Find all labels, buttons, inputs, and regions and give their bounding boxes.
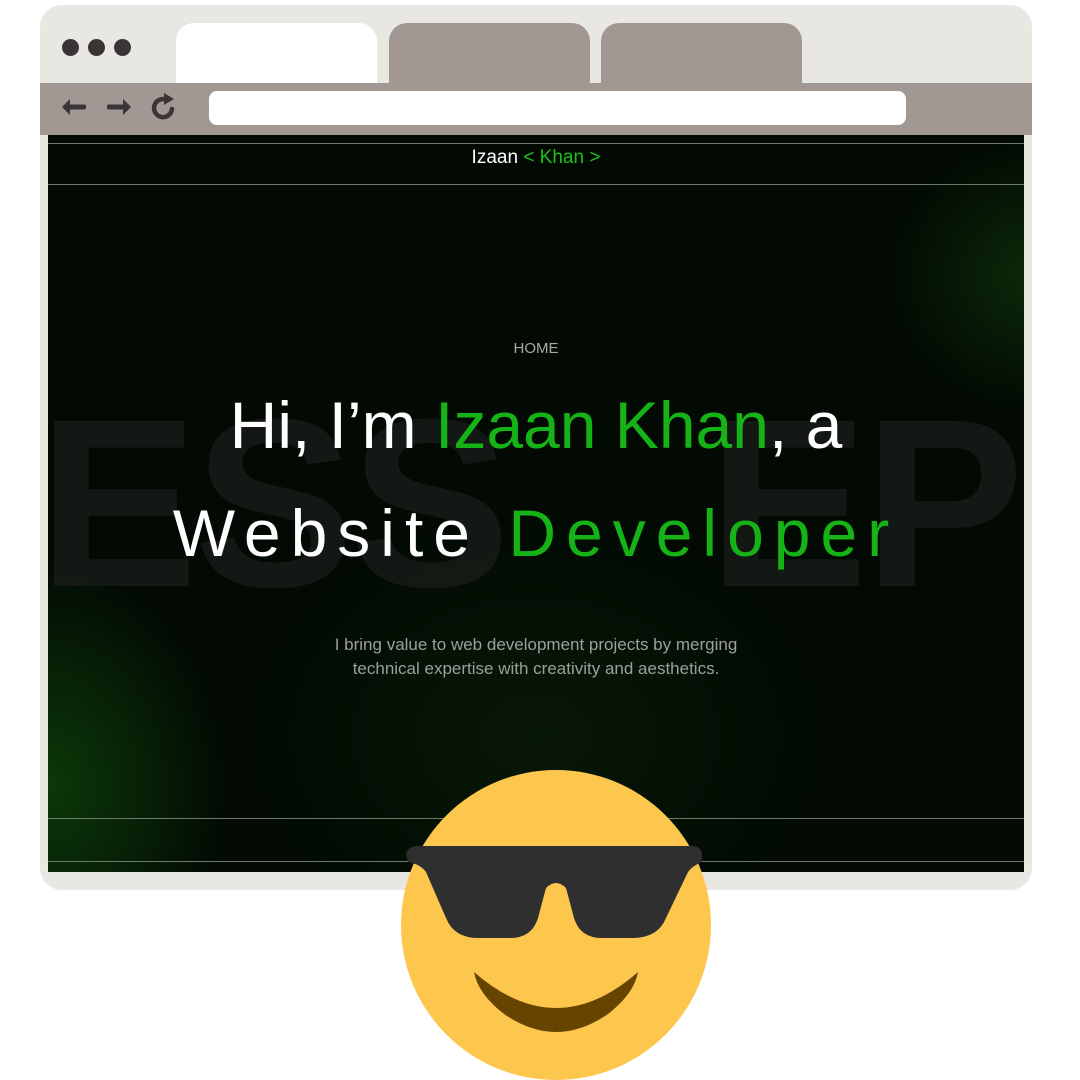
minimize-window-dot[interactable] (88, 39, 105, 56)
hero-name: Izaan Khan (435, 388, 769, 462)
hero-subtitle-line2: technical expertise with creativity and … (352, 659, 720, 678)
header-top-divider (48, 143, 1024, 144)
window-controls (62, 39, 131, 56)
header-bottom-divider (48, 184, 1024, 185)
hero-role-word2: Developer (508, 496, 900, 570)
hero-subtitle: I bring value to web development project… (286, 633, 786, 681)
browser-tab-active[interactable] (176, 23, 377, 85)
forward-arrow-icon[interactable] (107, 91, 135, 123)
hero-prefix: Hi, I’m (229, 388, 435, 462)
hero-heading-line1: Hi, I’m Izaan Khan, a (48, 387, 1024, 463)
hero-subtitle-line1: I bring value to web development project… (334, 635, 738, 654)
page-viewport: Izaan < Khan > ESS EP HOME Hi, I’m Izaan… (48, 135, 1024, 872)
browser-tab-2[interactable] (389, 23, 590, 85)
browser-tab-3[interactable] (601, 23, 802, 85)
address-bar[interactable] (209, 91, 906, 125)
nav-home-link[interactable]: HOME (48, 340, 1024, 357)
brand-name: Izaan (471, 147, 519, 168)
sunglasses-emoji-icon (401, 770, 711, 1080)
browser-window: Izaan < Khan > ESS EP HOME Hi, I’m Izaan… (40, 5, 1032, 890)
maximize-window-dot[interactable] (114, 39, 131, 56)
brand-accent: < Khan > (523, 147, 601, 168)
hero-suffix: , a (768, 388, 843, 462)
hero-heading-line2: Website Developer (48, 495, 1024, 571)
reload-icon[interactable] (150, 91, 178, 123)
close-window-dot[interactable] (62, 39, 79, 56)
site-logo[interactable]: Izaan < Khan > (48, 147, 1024, 169)
hero-role-word1: Website (172, 496, 481, 570)
back-arrow-icon[interactable] (58, 91, 86, 123)
